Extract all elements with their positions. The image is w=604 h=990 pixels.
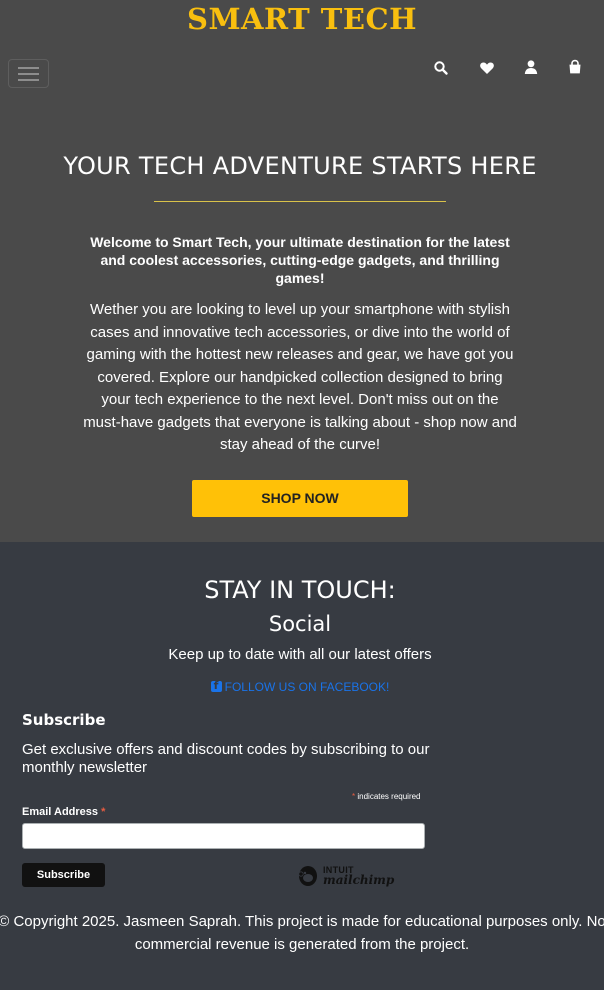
copyright-text: © Copyright 2025. Jasmeen Saprah. This p… xyxy=(0,913,604,953)
hero-section: SMART TECH YOUR TECH ADVENTURE STARTS HE… xyxy=(0,0,604,542)
stay-in-touch-heading: STAY IN TOUCH: xyxy=(204,576,396,604)
email-field[interactable] xyxy=(22,823,425,849)
hero-title: YOUR TECH ADVENTURE STARTS HERE xyxy=(63,152,537,180)
heart-icon[interactable] xyxy=(479,60,495,76)
brand-logo[interactable]: SMART TECH xyxy=(0,2,604,36)
facebook-link[interactable]: f FOLLOW US ON FACEBOOK! xyxy=(0,679,600,694)
hero-lead: Welcome to Smart Tech, your ultimate des… xyxy=(90,234,510,286)
required-note-text: indicates required xyxy=(357,792,421,801)
newsletter-description: Get exclusive offers and discount codes … xyxy=(22,741,430,776)
shopping-bag-icon[interactable] xyxy=(567,59,583,75)
user-icon[interactable] xyxy=(523,59,539,75)
search-icon[interactable] xyxy=(433,60,449,76)
social-tagline: Keep up to date with all our latest offe… xyxy=(168,646,432,663)
title-divider xyxy=(154,201,446,202)
menu-toggle-button[interactable] xyxy=(8,59,49,88)
email-label: Email Address * xyxy=(22,806,105,818)
hamburger-icon xyxy=(18,67,39,69)
required-note: * indicates required xyxy=(352,792,421,801)
email-label-text: Email Address xyxy=(22,806,99,818)
social-heading: Social xyxy=(268,612,332,636)
shop-now-button[interactable]: SHOP NOW xyxy=(192,480,408,517)
hero-body: Wether you are looking to level up your … xyxy=(83,301,517,453)
mailchimp-badge[interactable]: INTUIT mailchimp xyxy=(297,864,394,890)
required-star: * xyxy=(101,806,106,818)
subscribe-button[interactable]: Subscribe xyxy=(22,863,105,887)
mailchimp-wordmark: mailchimp xyxy=(323,873,395,887)
facebook-link-label: FOLLOW US ON FACEBOOK! xyxy=(224,680,390,694)
newsletter-title: Subscribe xyxy=(22,711,106,729)
required-star: * xyxy=(352,792,356,801)
facebook-icon: f xyxy=(210,679,222,692)
mailchimp-logo-icon xyxy=(298,866,317,886)
